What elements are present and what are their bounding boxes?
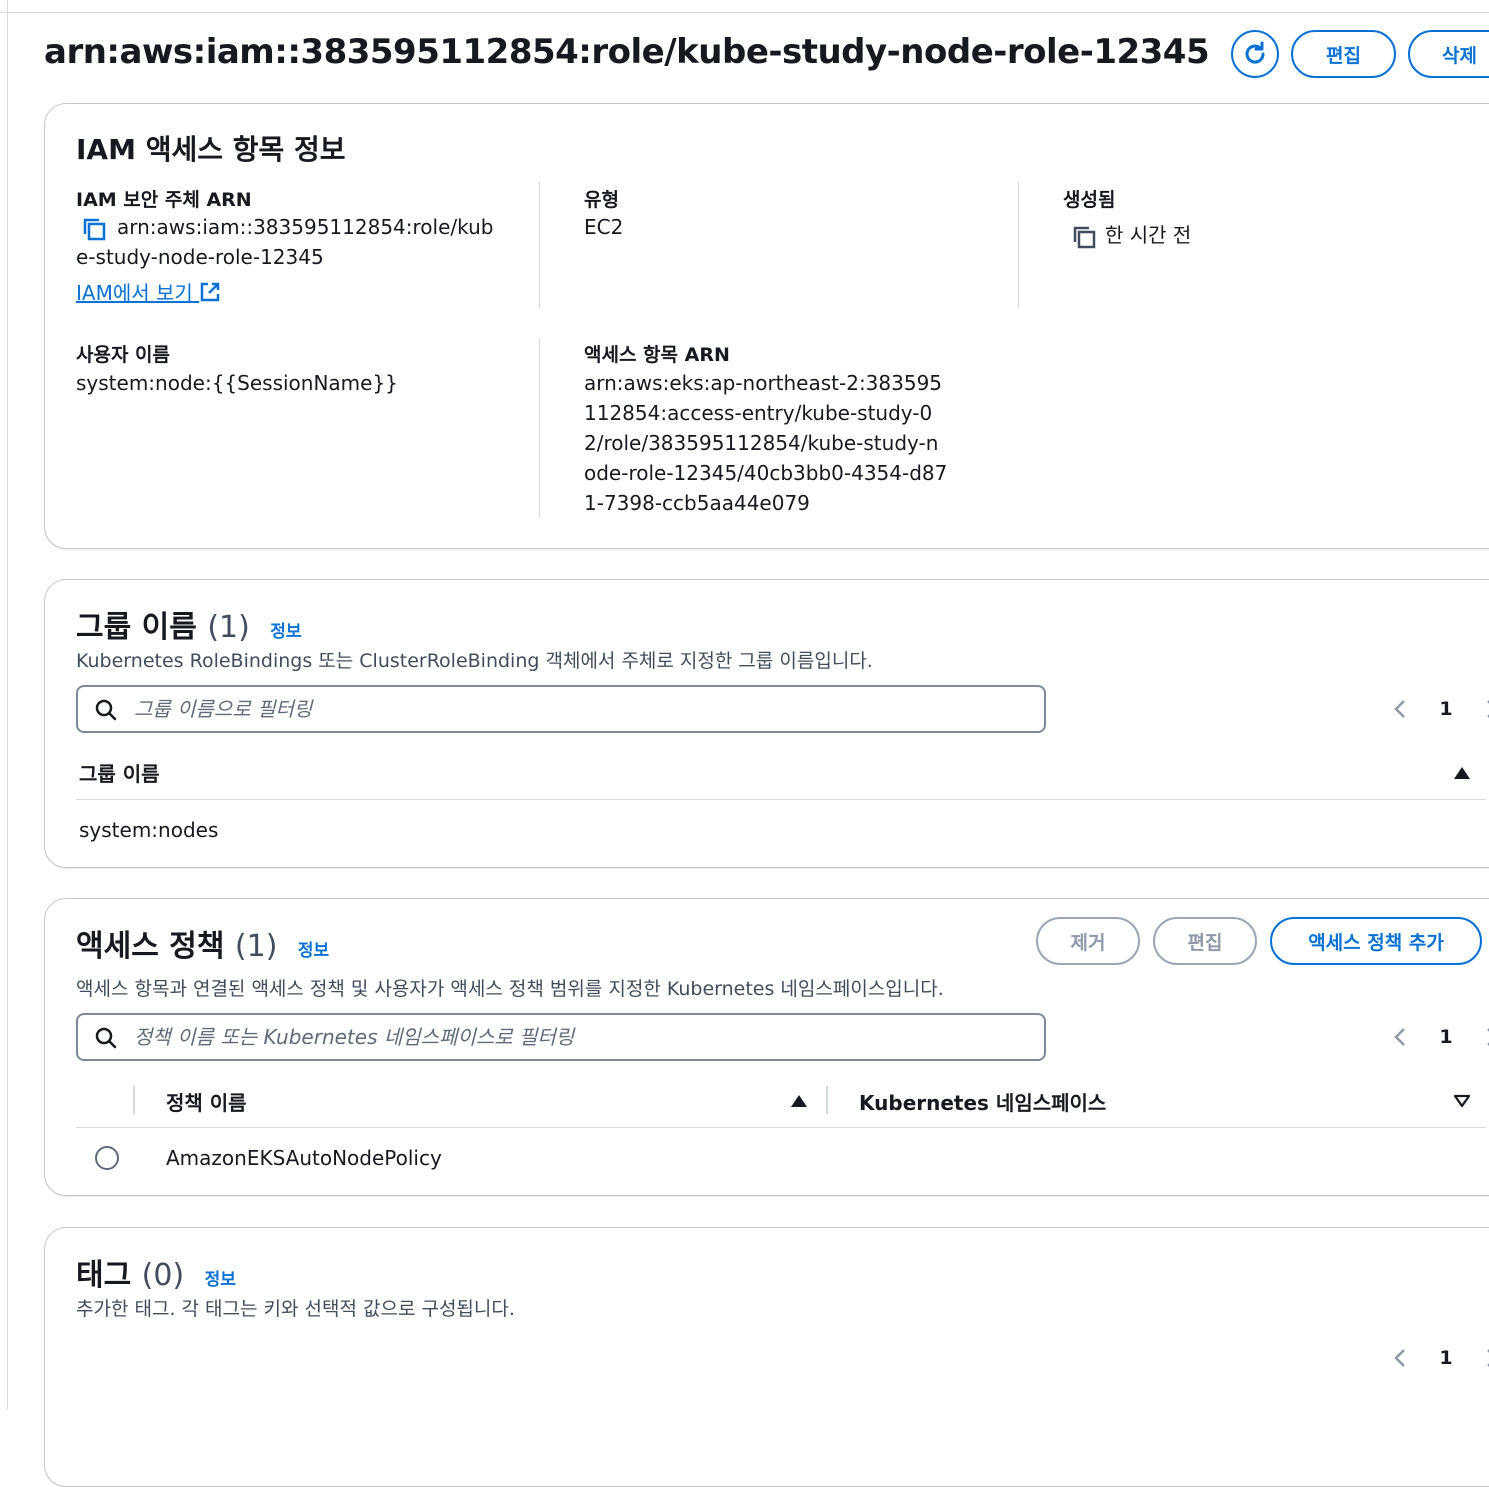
column-header-namespace[interactable]: Kubernetes 네임스페이스 — [859, 1087, 1106, 1116]
tags-info-link[interactable]: 정보 — [205, 1270, 236, 1290]
sort-desc-icon[interactable] — [1453, 1094, 1471, 1108]
table-row: system:nodes — [79, 818, 219, 842]
policy-filter-input[interactable] — [132, 1021, 1012, 1053]
details-title: IAM 액세스 항목 정보 — [76, 133, 346, 166]
tag-count: (0) — [141, 1258, 185, 1293]
top-border — [0, 12, 1489, 13]
chevron-left-icon[interactable] — [1391, 1346, 1411, 1370]
page-title: arn:aws:iam::383595112854:role/kube-stud… — [44, 32, 1210, 72]
group-pagination: 1 — [1391, 689, 1489, 729]
copy-icon[interactable] — [1071, 224, 1097, 250]
access-policies-panel: 액세스 정책 (1) 정보 제거 편집 액세스 정책 추가 액세스 항목과 연결… — [44, 898, 1489, 1196]
username-value: system:node:{{SessionName}} — [76, 371, 398, 395]
group-filter — [76, 685, 1046, 733]
created-label: 생성됨 — [1063, 189, 1116, 211]
tags-description: 추가한 태그. 각 태그는 키와 선택적 값으로 구성됩니다. — [76, 1298, 515, 1320]
entry-arn-label: 액세스 항목 ARN — [584, 344, 730, 366]
column-divider — [539, 338, 540, 518]
header-divider — [76, 799, 1486, 800]
chevron-right-icon[interactable] — [1481, 1025, 1489, 1049]
add-access-policy-button[interactable]: 액세스 정책 추가 — [1270, 917, 1482, 965]
group-names-panel: 그룹 이름 (1) 정보 Kubernetes RoleBindings 또는 … — [44, 579, 1489, 868]
principal-arn-value: arn:aws:iam::383595112854:role/kube-stud… — [76, 215, 494, 269]
column-divider — [539, 182, 540, 308]
tags-pagination: 1 — [1391, 1338, 1489, 1378]
access-policies-title-text: 액세스 정책 — [76, 929, 225, 964]
group-info-link[interactable]: 정보 — [270, 622, 301, 642]
chevron-left-icon[interactable] — [1391, 697, 1411, 721]
page-number[interactable]: 1 — [1439, 698, 1452, 720]
type-value: EC2 — [584, 215, 624, 239]
delete-button[interactable]: 삭제 — [1408, 30, 1489, 78]
chevron-left-icon[interactable] — [1391, 1025, 1411, 1049]
group-filter-input[interactable] — [132, 693, 1012, 725]
policy-count: (1) — [234, 929, 278, 964]
sort-asc-icon[interactable] — [790, 1094, 808, 1108]
left-border — [7, 0, 8, 1409]
group-names-description: Kubernetes RoleBindings 또는 ClusterRoleBi… — [76, 650, 873, 672]
policy-filter — [76, 1013, 1046, 1061]
policy-pagination: 1 — [1391, 1017, 1489, 1057]
column-divider — [1018, 182, 1019, 308]
column-divider — [826, 1086, 828, 1114]
edit-button[interactable]: 편집 — [1291, 30, 1396, 78]
tags-title: 태그 (0) 정보 — [76, 1250, 236, 1294]
policy-info-link[interactable]: 정보 — [298, 941, 329, 961]
type-label: 유형 — [584, 189, 619, 211]
page-number[interactable]: 1 — [1439, 1347, 1452, 1369]
principal-arn-label: IAM 보안 주체 ARN — [76, 189, 252, 211]
radio-icon[interactable] — [94, 1145, 120, 1171]
group-count: (1) — [207, 610, 250, 645]
view-in-iam-label: IAM에서 보기 — [76, 281, 193, 305]
header-divider — [76, 1127, 1486, 1128]
access-policies-description: 액세스 항목과 연결된 액세스 정책 및 사용자가 액세스 정책 범위를 지정한… — [76, 978, 944, 1000]
view-in-iam-link[interactable]: IAM에서 보기 — [76, 278, 221, 308]
table-row: AmazonEKSAutoNodePolicy — [166, 1146, 442, 1170]
chevron-right-icon[interactable] — [1481, 1346, 1489, 1370]
username-label: 사용자 이름 — [76, 344, 171, 366]
external-link-icon — [200, 282, 220, 302]
search-icon — [95, 1027, 117, 1049]
refresh-icon — [1245, 41, 1265, 64]
column-header-group-name[interactable]: 그룹 이름 — [79, 758, 160, 787]
entry-arn-value: arn:aws:eks:ap-northeast-2:383595112854:… — [584, 371, 948, 515]
refresh-button[interactable] — [1231, 30, 1279, 78]
search-icon — [95, 699, 117, 721]
group-names-title: 그룹 이름 (1) 정보 — [76, 602, 302, 646]
remove-button[interactable]: 제거 — [1036, 917, 1140, 965]
chevron-right-icon[interactable] — [1481, 697, 1489, 721]
column-divider — [133, 1086, 135, 1114]
group-names-title-text: 그룹 이름 — [76, 610, 197, 645]
column-header-policy-name[interactable]: 정책 이름 — [166, 1087, 247, 1116]
created-value: 한 시간 전 — [1105, 223, 1192, 247]
access-policies-title: 액세스 정책 (1) 정보 — [76, 921, 329, 965]
tags-title-text: 태그 — [76, 1258, 132, 1293]
page-number[interactable]: 1 — [1439, 1026, 1452, 1048]
sort-asc-icon[interactable] — [1453, 766, 1471, 780]
details-panel: IAM 액세스 항목 정보 IAM 보안 주체 ARN arn:aws:iam:… — [44, 103, 1489, 549]
tags-panel: 태그 (0) 정보 추가한 태그. 각 태그는 키와 선택적 값으로 구성됩니다… — [44, 1227, 1489, 1487]
edit-policy-button[interactable]: 편집 — [1153, 917, 1257, 965]
